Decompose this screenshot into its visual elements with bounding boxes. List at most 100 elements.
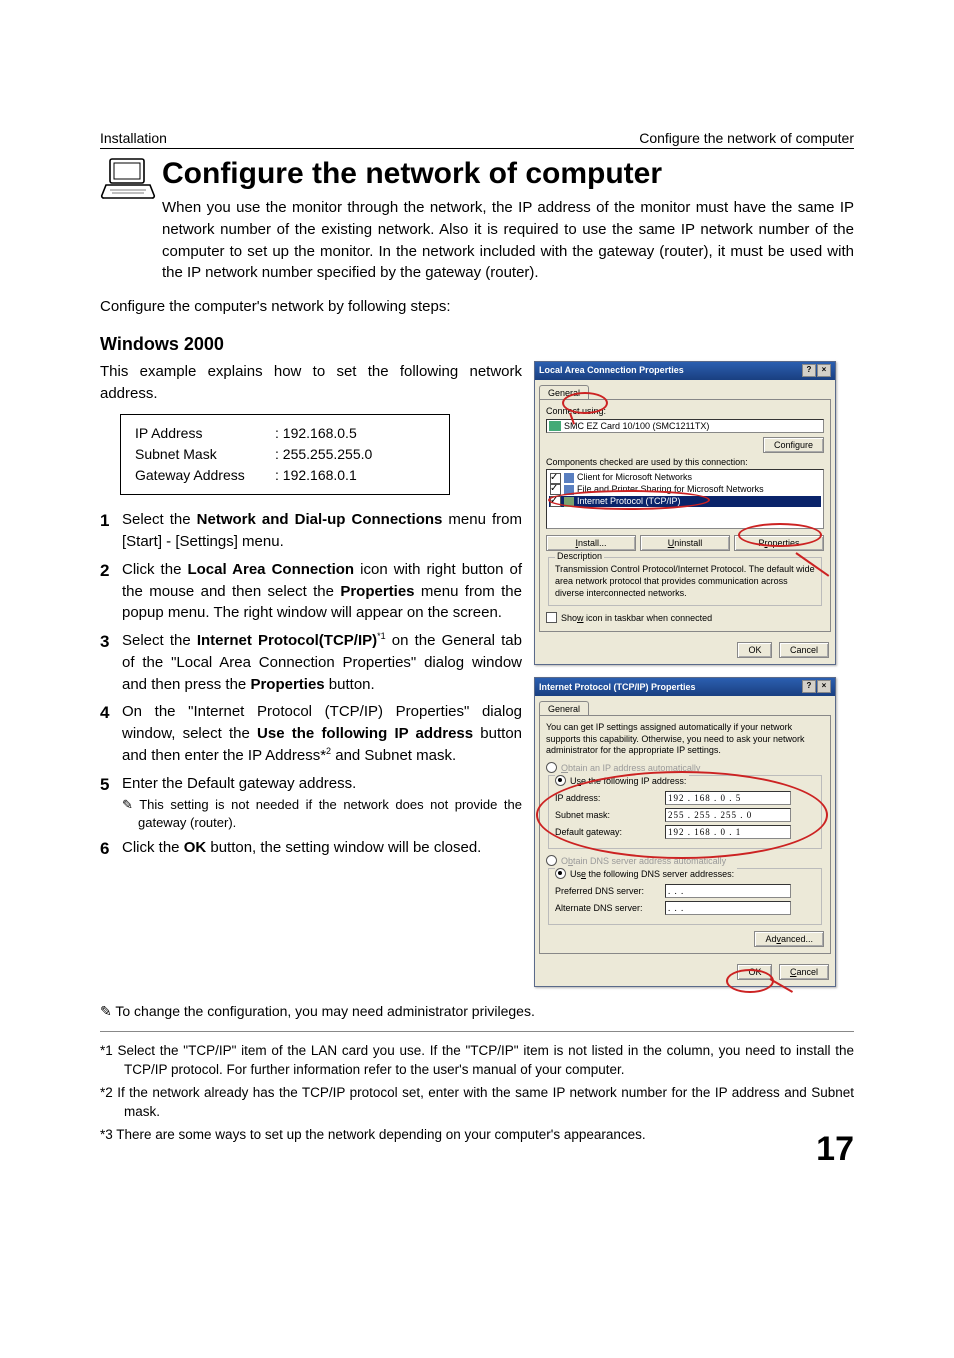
list-item[interactable]: Client for Microsoft Networks [549,472,821,484]
dlg2-tabstrip: General [535,696,835,715]
footnote-1: *1 Select the "TCP/IP" item of the LAN c… [100,1042,854,1080]
checkbox-icon[interactable] [546,612,557,623]
dlg2-blurb: You can get IP settings assigned automat… [546,722,824,756]
addr-ip-value: : 192.168.0.5 [275,423,357,444]
dlg2-footer: OK Cancel [535,958,835,986]
step-3: Select the Internet Protocol(TCP/IP)*1 o… [100,630,522,695]
addr-ip-label: IP Address [135,423,275,444]
page: Installation Configure the network of co… [0,0,954,1209]
ip-address-input[interactable]: 192 . 168 . 0 . 5 [665,791,791,805]
list-item[interactable]: File and Printer Sharing for Microsoft N… [549,484,821,496]
dlg2-radio-use-dns[interactable]: Use the following DNS server addresses: [555,868,737,879]
dlg1-button-row: IInstall...nstall... Uninstall Propertie… [546,535,824,551]
properties-button[interactable]: Properties [734,535,824,551]
dlg1-footer: OK Cancel [535,636,835,664]
dlg1-tabstrip: General [535,380,835,399]
ok-button[interactable]: OK [737,642,772,658]
dlg1-titlebar: Local Area Connection Properties ?× [535,362,835,380]
address-box: IP Address : 192.168.0.5 Subnet Mask : 2… [120,414,450,495]
dlg2-body: You can get IP settings assigned automat… [539,715,831,954]
dlg1-show-icon-check[interactable]: Show icon in taskbar when connected [546,612,824,623]
dlg1-tab-general[interactable]: General [539,385,589,400]
uninstall-button[interactable]: Uninstall [640,535,730,551]
dlg2-pref-dns-row: Preferred DNS server: . . . [555,884,815,898]
install-button[interactable]: IInstall...nstall... [546,535,636,551]
dlg1-title: Local Area Connection Properties [539,365,684,375]
right-column: Local Area Connection Properties ?× Gene… [534,361,854,987]
close-icon[interactable]: × [817,364,831,377]
help-icon[interactable]: ? [802,680,816,693]
dlg2-radio-auto-ip[interactable]: Obtain an IP address automatically [546,762,824,773]
steps-list: Select the Network and Dial-up Connectio… [100,509,522,859]
radio-icon[interactable] [555,868,566,879]
protocol-icon [564,497,574,507]
main-two-column: This example explains how to set the fol… [100,361,854,987]
preferred-dns-input[interactable]: . . . [665,884,791,898]
dlg1-connect-using-label: Connect using: [546,406,824,416]
alternate-dns-input[interactable]: . . . [665,901,791,915]
step-2: Click the Local Area Connection icon wit… [100,559,522,624]
title-block: Configure the network of computer When y… [100,155,854,290]
service-icon [564,485,574,495]
dlg1-components-label: Components checked are used by this conn… [546,457,824,467]
dlg2-tab-general[interactable]: General [539,701,589,716]
dlg2-title: Internet Protocol (TCP/IP) Properties [539,682,696,692]
dlg2-alt-dns-row: Alternate DNS server: . . . [555,901,815,915]
dlg2-titlebar: Internet Protocol (TCP/IP) Properties ?× [535,678,835,696]
step-1: Select the Network and Dial-up Connectio… [100,509,522,553]
dlg2-radio-use-ip[interactable]: Use the following IP address: [555,775,689,786]
radio-icon [546,855,557,866]
addr-mask-value: : 255.255.255.0 [275,444,372,465]
addr-row-gw: Gateway Address : 192.168.0.1 [135,465,435,486]
left-column: This example explains how to set the fol… [100,361,522,865]
addr-row-mask: Subnet Mask : 255.255.255.0 [135,444,435,465]
page-number: 17 [816,1130,854,1169]
addr-row-ip: IP Address : 192.168.0.5 [135,423,435,444]
dlg1-desc-legend: Description [555,551,604,561]
dlg1-window-controls: ?× [801,364,831,377]
configure-button[interactable]: Configure [763,437,824,453]
intro-steps-lead: Configure the computer's network by foll… [100,296,854,318]
admin-note: To change the configuration, you may nee… [100,1001,854,1021]
radio-icon[interactable] [546,762,557,773]
checkbox-icon[interactable] [550,496,561,507]
close-icon[interactable]: × [817,680,831,693]
dlg2-window-controls: ?× [801,680,831,693]
list-item-selected[interactable]: Internet Protocol (TCP/IP) [549,496,821,508]
help-icon[interactable]: ? [802,364,816,377]
dialog-tcpip-properties: Internet Protocol (TCP/IP) Properties ?×… [534,677,836,987]
step-6: Click the OK button, the setting window … [100,837,522,859]
dlg1-desc-text: Transmission Control Protocol/Internet P… [555,564,815,599]
dlg2-gw-row: Default gateway: 192 . 168 . 0 . 1 [555,825,815,839]
client-icon [564,473,574,483]
dlg2-advanced-row: Advanced... [546,931,824,947]
footnote-2: *2 If the network already has the TCP/IP… [100,1084,854,1122]
ok-button[interactable]: OK [737,964,772,980]
running-header: Installation Configure the network of co… [100,130,854,149]
step-5: Enter the Default gateway address. This … [100,773,522,832]
step-5-note: This setting is not needed if the networ… [122,796,522,831]
dlg2-mask-row: Subnet mask: 255 . 255 . 255 . 0 [555,808,815,822]
dlg2-ip-fieldset: Use the following IP address: IP address… [548,775,822,849]
subnet-mask-input[interactable]: 255 . 255 . 255 . 0 [665,808,791,822]
radio-icon[interactable] [555,775,566,786]
footnote-3: *3 There are some ways to set up the net… [100,1126,854,1145]
dlg1-nic: SMC EZ Card 10/100 (SMC1211TX) [549,421,709,432]
dlg1-components-listbox[interactable]: Client for Microsoft Networks File and P… [546,469,824,529]
addr-gw-label: Gateway Address [135,465,275,486]
example-lead: This example explains how to set the fol… [100,361,522,405]
dlg2-dns-fieldset: Use the following DNS server addresses: … [548,868,822,925]
title-and-intro: Configure the network of computer When y… [162,155,854,290]
default-gateway-input[interactable]: 192 . 168 . 0 . 1 [665,825,791,839]
dialog-lac-properties: Local Area Connection Properties ?× Gene… [534,361,836,666]
cancel-button[interactable]: Cancel [779,642,829,658]
divider [100,1031,854,1032]
section-heading: Windows 2000 [100,334,854,355]
cancel-button[interactable]: Cancel [779,964,829,980]
laptop-icon [100,157,156,201]
page-title: Configure the network of computer [162,157,854,191]
advanced-button[interactable]: Advanced... [754,931,824,947]
dlg1-nic-dropdown[interactable]: SMC EZ Card 10/100 (SMC1211TX) [546,419,824,434]
dlg1-description-fieldset: Description Transmission Control Protoco… [548,557,822,606]
dlg1-body: Connect using: SMC EZ Card 10/100 (SMC12… [539,399,831,633]
